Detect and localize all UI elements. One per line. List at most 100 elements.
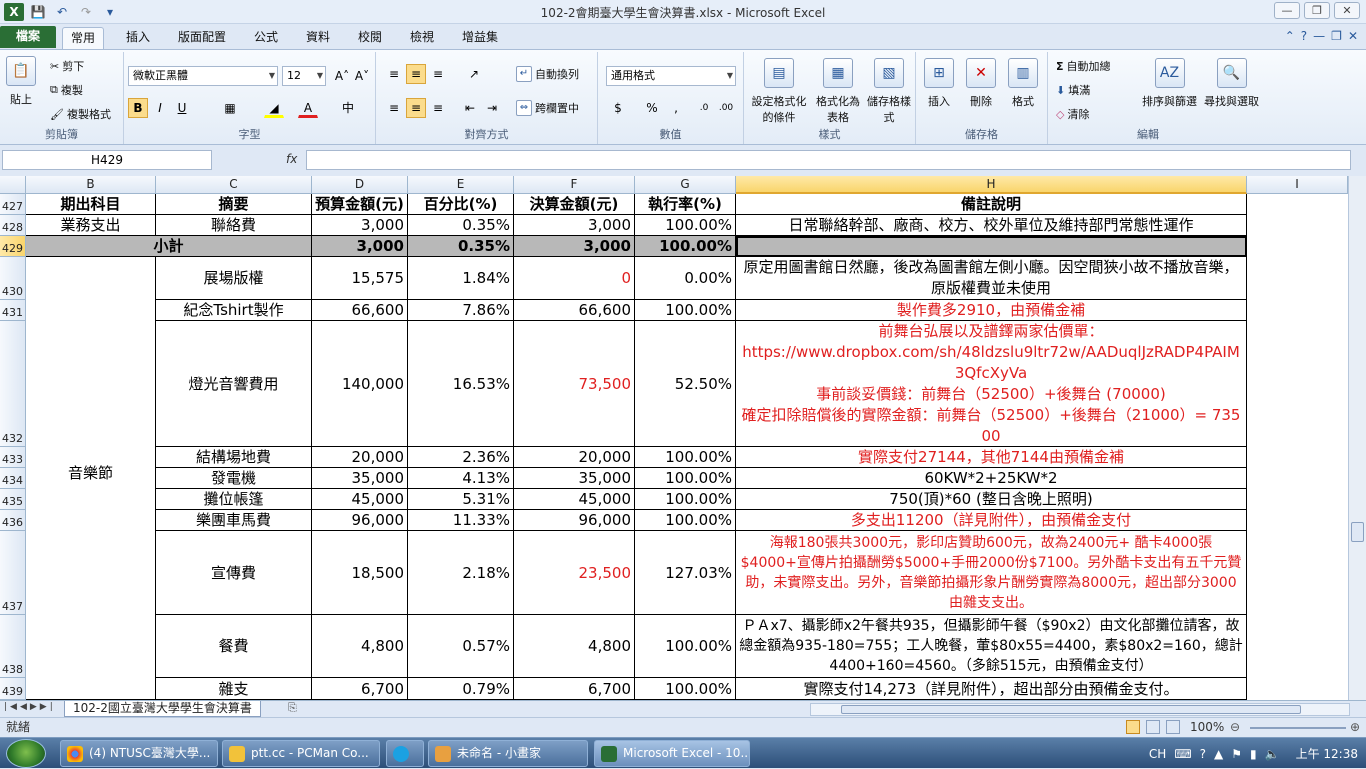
align-center-button[interactable]: ≡ <box>406 98 426 118</box>
cell-h436[interactable]: 多支出11200（詳見附件），由預備金支付 <box>736 510 1247 531</box>
wrap-text-button[interactable]: ↵ 自動換列 <box>516 66 579 82</box>
restore-button[interactable]: ❐ <box>1304 2 1330 19</box>
row-header[interactable]: 431 <box>0 300 26 321</box>
paste-button[interactable]: 📋 貼上 <box>6 56 36 107</box>
clock[interactable]: 上午 12:38 <box>1296 745 1358 762</box>
tab-view[interactable]: 檢視 <box>402 27 442 49</box>
cell-f429[interactable]: 3,000 <box>514 236 635 257</box>
row-header[interactable]: 437 <box>0 531 26 615</box>
sort-filter-button[interactable]: AZ 排序與篩選 <box>1142 58 1197 109</box>
taskbar-item-pcman[interactable]: ptt.cc - PCMan Co... <box>222 740 380 767</box>
name-box[interactable]: H429 <box>2 150 212 170</box>
cell-e431[interactable]: 7.86% <box>408 300 514 321</box>
horizontal-scrollbar[interactable] <box>810 703 1350 716</box>
normal-view-icon[interactable] <box>1126 720 1140 734</box>
cell-d432[interactable]: 140,000 <box>312 321 408 447</box>
cell-h431[interactable]: 製作費多2910，由預備金補 <box>736 300 1247 321</box>
format-as-table-button[interactable]: ▦ 格式化為表格 <box>814 58 862 125</box>
network-icon[interactable]: ▮ <box>1250 747 1257 761</box>
cell-c435[interactable]: 攤位帳篷 <box>156 489 312 510</box>
increase-decimal-button[interactable]: .0 <box>694 98 714 118</box>
cell-d436[interactable]: 96,000 <box>312 510 408 531</box>
tray-expand-icon[interactable]: ▲ <box>1214 747 1223 761</box>
cell-d437[interactable]: 18,500 <box>312 531 408 615</box>
cell-h438[interactable]: ＰＡx7、攝影師x2午餐共935，但攝影師午餐（$90x2）由文化部攤位請客，故… <box>736 615 1247 678</box>
input-language[interactable]: CH <box>1149 747 1166 761</box>
currency-button[interactable]: $ <box>608 98 628 118</box>
cell-e434[interactable]: 4.13% <box>408 468 514 489</box>
delete-cells-button[interactable]: ✕ 刪除 <box>966 58 996 109</box>
cell-g428[interactable]: 100.00% <box>635 215 736 236</box>
cell-f432[interactable]: 73,500 <box>514 321 635 447</box>
cut-button[interactable]: ✂ 剪下 <box>50 58 84 74</box>
fill-color-button[interactable]: ◢ <box>264 98 284 118</box>
cell-d427[interactable]: 預算金額(元) <box>312 194 408 215</box>
tab-addins[interactable]: 增益集 <box>454 27 506 49</box>
tab-page-layout[interactable]: 版面配置 <box>170 27 234 49</box>
decrease-decimal-button[interactable]: .00 <box>716 98 736 118</box>
taskbar-item-paint[interactable]: 未命名 - 小畫家 <box>428 740 588 767</box>
increase-indent-button[interactable]: ⇥ <box>482 98 502 118</box>
italic-button[interactable]: I <box>150 98 170 118</box>
zoom-slider[interactable] <box>1250 727 1346 729</box>
volume-icon[interactable]: 🔈 <box>1265 747 1280 761</box>
cell-e430[interactable]: 1.84% <box>408 257 514 300</box>
col-header-g[interactable]: G <box>635 176 736 194</box>
cell-h434[interactable]: 60KW*2+25KW*2 <box>736 468 1247 489</box>
taskbar-item-chrome[interactable]: (4) NTUSC臺灣大學... <box>60 740 218 767</box>
cell-h432[interactable]: 前舞台弘展以及譜鐸兩家估價單： https://www.dropbox.com/… <box>736 321 1247 447</box>
sheet-nav-arrows-icon[interactable]: |◀◀▶▶| <box>4 702 56 712</box>
cell-g430[interactable]: 0.00% <box>635 257 736 300</box>
tab-insert[interactable]: 插入 <box>118 27 158 49</box>
cell-d428[interactable]: 3,000 <box>312 215 408 236</box>
cell-e429[interactable]: 0.35% <box>408 236 514 257</box>
cell-g429[interactable]: 100.00% <box>635 236 736 257</box>
cell-b430-music-festival[interactable]: 音樂節 <box>26 257 156 700</box>
doc-restore-icon[interactable]: ❐ <box>1331 29 1342 43</box>
cell-f434[interactable]: 35,000 <box>514 468 635 489</box>
cell-f437[interactable]: 23,500 <box>514 531 635 615</box>
cell-h427[interactable]: 備註說明 <box>736 194 1247 215</box>
cell-e433[interactable]: 2.36% <box>408 447 514 468</box>
cell-f428[interactable]: 3,000 <box>514 215 635 236</box>
cell-c433[interactable]: 結構場地費 <box>156 447 312 468</box>
font-color-button[interactable]: A <box>298 98 318 118</box>
minimize-button[interactable]: — <box>1274 2 1300 19</box>
cell-d431[interactable]: 66,600 <box>312 300 408 321</box>
phonetic-button[interactable]: 中 <box>338 98 358 118</box>
cell-c434[interactable]: 發電機 <box>156 468 312 489</box>
row-header[interactable]: 439 <box>0 678 26 700</box>
close-button[interactable]: ✕ <box>1334 2 1360 19</box>
insert-cells-button[interactable]: ⊞ 插入 <box>924 58 954 109</box>
row-header[interactable]: 427 <box>0 194 26 215</box>
format-cells-button[interactable]: ▥ 格式 <box>1008 58 1038 109</box>
cell-styles-button[interactable]: ▧ 儲存格樣式 <box>866 58 912 125</box>
cell-b427[interactable]: 期出科目 <box>26 194 156 215</box>
cell-g436[interactable]: 100.00% <box>635 510 736 531</box>
cell-e439[interactable]: 0.79% <box>408 678 514 700</box>
cell-d438[interactable]: 4,800 <box>312 615 408 678</box>
cell-c431[interactable]: 紀念Tshirt製作 <box>156 300 312 321</box>
formula-input[interactable] <box>306 150 1351 170</box>
cell-g433[interactable]: 100.00% <box>635 447 736 468</box>
align-right-button[interactable]: ≡ <box>428 98 448 118</box>
number-format-combo[interactable]: 通用格式 ▼ <box>606 66 736 86</box>
cell-f427[interactable]: 決算金額(元) <box>514 194 635 215</box>
cell-c430[interactable]: 展場版權 <box>156 257 312 300</box>
cell-h437[interactable]: 海報180張共3000元，影印店贊助600元，故為2400元+ 酷卡4000張$… <box>736 531 1247 615</box>
zoom-in-icon[interactable]: ⊕ <box>1350 718 1360 737</box>
horizontal-scroll-thumb[interactable] <box>841 705 1301 714</box>
cell-h429-selected[interactable] <box>736 236 1247 257</box>
orientation-button[interactable]: ↗ <box>464 64 484 84</box>
cell-e436[interactable]: 11.33% <box>408 510 514 531</box>
cell-g432[interactable]: 52.50% <box>635 321 736 447</box>
row-header[interactable]: 433 <box>0 447 26 468</box>
font-size-combo[interactable]: 12 ▼ <box>282 66 326 86</box>
cell-c432[interactable]: 燈光音響費用 <box>156 321 312 447</box>
worksheet-grid[interactable]: B C D E F G H I 427 428 429 430 431 432 … <box>0 176 1348 700</box>
cell-f439[interactable]: 6,700 <box>514 678 635 700</box>
row-header[interactable]: 428 <box>0 215 26 236</box>
decrease-indent-button[interactable]: ⇤ <box>460 98 480 118</box>
cell-g427[interactable]: 執行率(%) <box>635 194 736 215</box>
page-layout-view-icon[interactable] <box>1146 720 1160 734</box>
